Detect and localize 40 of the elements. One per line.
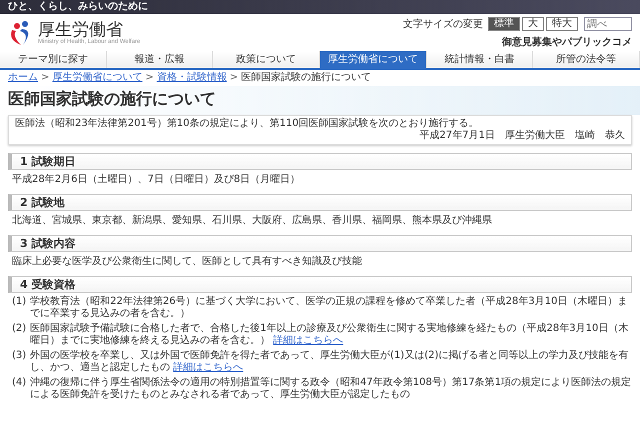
section-text: 平成28年2月6日（土曜日）、7日（日曜日）及び8日（月曜日） [12, 174, 302, 186]
current-page-label: 医師国家試験の施行について [241, 72, 372, 84]
text-size-button[interactable]: 大 [522, 17, 544, 31]
search-field[interactable]: 調べ [584, 17, 632, 31]
section-text: 北海道、宮城県、東京都、新潟県、愛知県、石川県、大阪府、広島県、香川県、福岡県、熊本県及び沖縄県 [12, 215, 493, 227]
nav-tab[interactable]: 統計情報・白書 [426, 51, 534, 68]
nav-tab[interactable]: 所管の法令等 [533, 51, 640, 68]
nav-tab[interactable]: テーマ別に探す [0, 51, 107, 68]
site-name[interactable]: 厚生労働省 [38, 20, 140, 40]
item-text: 学校教育法（昭和22年法律第26号）に基づく大学において、医学の正規の課程を修めて卒業した者（平成28年3月10日（木曜日）までに卒業する見込みの者を含む。） [30, 296, 628, 320]
item-number: (2) [12, 323, 26, 336]
section-heading: 3 試験内容 [8, 235, 632, 252]
breadcrumb-separator: > [230, 72, 238, 84]
nav-tab[interactable]: 報道・広報 [106, 51, 214, 68]
breadcrumb-link[interactable]: 資格・試験情報 [156, 72, 227, 84]
section-heading: 1 試験期日 [8, 153, 632, 170]
item-number: (4) [12, 377, 26, 390]
breadcrumb-link[interactable]: 厚生労働省について [52, 72, 142, 84]
section-heading: 4 受験資格 [8, 276, 632, 293]
item-text: 医師国家試験予備試験に合格した者で、合格した後1年以上の診療及び公衆衛生に関する実地修練を経たもの（平成28年3月10日（木曜日）までに実地修練を終える見込みの者を含む。） 詳細はこちらへ [30, 323, 630, 347]
breadcrumb-link[interactable]: ホーム [8, 72, 38, 84]
text-size-button[interactable]: 標準 [488, 17, 520, 31]
nav-tab[interactable]: 厚生労働省について [320, 51, 427, 68]
nav-tab[interactable]: 政策について [213, 51, 320, 68]
item-number: (3) [12, 350, 26, 363]
item-text: 外国の医学校を卒業し、又は外国で医師免許を得た者であって、厚生労働大臣が(1)又は(2)に掲げる者と同等以上の学力及び技能を有し、かつ、適当と認定したもの 詳細はこちらへ [30, 350, 630, 374]
section-text: 臨床上必要な医学及び公衆衛生に関して、医師として具有すべき知識及び技能 [12, 256, 363, 268]
item-number: (1) [12, 296, 26, 309]
signature: 平成27年7月1日 厚生労働大臣 塩崎 恭久 [420, 130, 625, 142]
details-link[interactable]: 詳細はこちらへ [273, 335, 344, 346]
details-link[interactable]: 詳細はこちらへ [173, 362, 244, 373]
tagline: ひと、くらし、みらいのために [8, 2, 148, 12]
header-link[interactable]: 御意見募集やパブリックコメ [502, 35, 632, 49]
breadcrumb-separator: > [41, 72, 50, 84]
text-size-label: 文字サイズの変更 [403, 18, 483, 31]
item-text: 沖縄の復帰に伴う厚生省関係法令の適用の特別措置等に関する政令（昭和47年政令第108号）第17条第1項の規定により医師法の規定による医師免許を受けたものとみなされる者であって、厚生労働大臣が認定したもの [30, 377, 632, 401]
section-heading: 2 試験地 [8, 194, 632, 211]
breadcrumb-separator: > [145, 72, 154, 84]
text-size-button[interactable]: 特大 [546, 17, 578, 31]
intro-text: 医師法（昭和23年法律第201号）第10条の規定により、第110回医師国家試験を次のとおり施行する。 [15, 118, 480, 130]
